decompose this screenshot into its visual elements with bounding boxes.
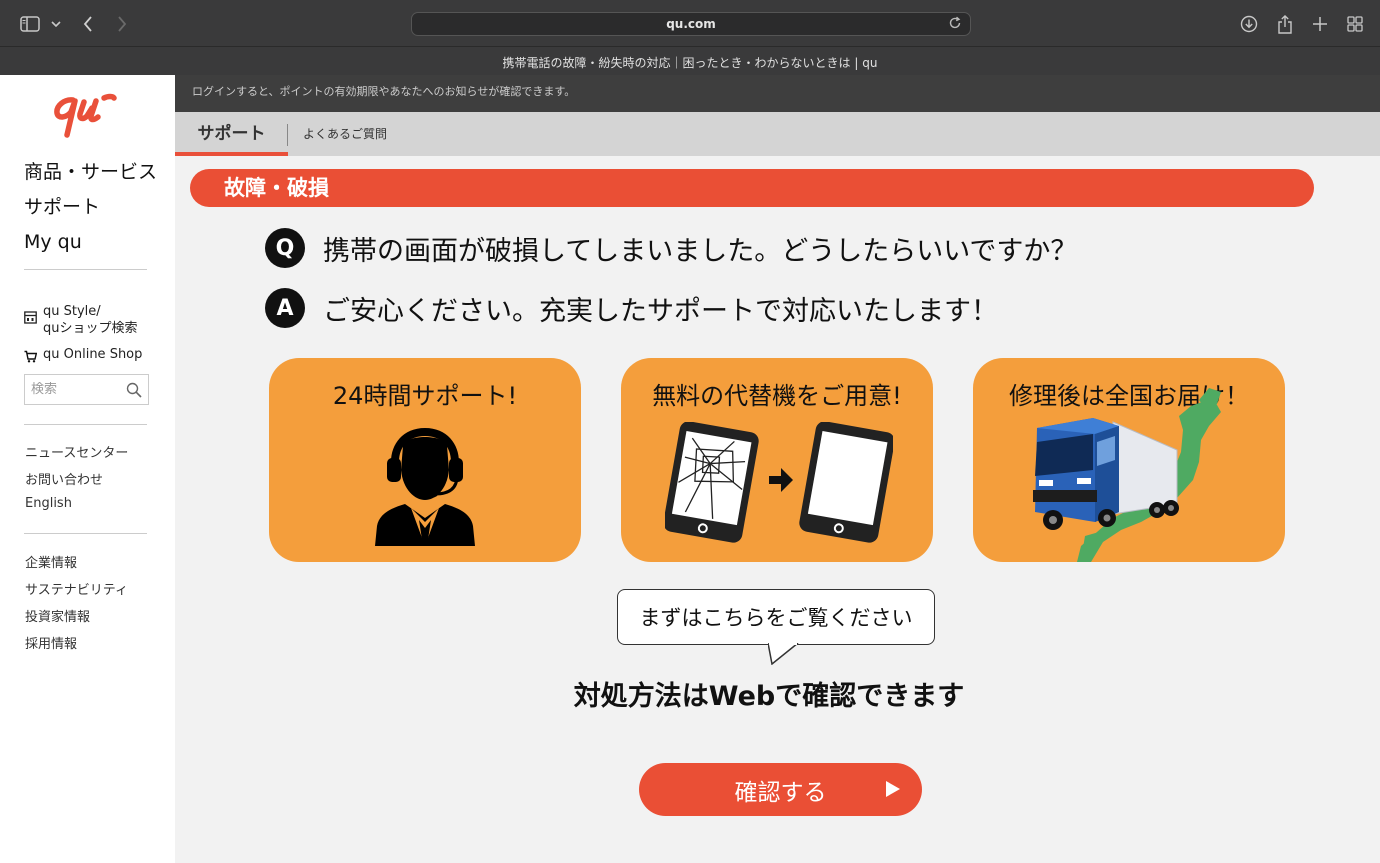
speech-bubble-tail	[768, 643, 799, 665]
forward-icon[interactable]	[112, 12, 132, 36]
sidebar-divider	[24, 533, 147, 534]
feature-card-24h-support: 24時間サポート!	[269, 358, 581, 562]
answer-row: A ご安心ください。充実したサポートで対応いたします！	[265, 288, 998, 328]
question-row: Q 携帯の画面が破損してしまいました。どうしたらいいですか？	[265, 228, 1077, 268]
english-link[interactable]: English	[25, 496, 72, 511]
cart-icon	[24, 350, 37, 363]
nav-products-services[interactable]: 商品・サービス	[24, 155, 157, 190]
store-search-link[interactable]: qu Style/ quショップ検索	[24, 303, 138, 337]
tab-support[interactable]: サポート	[175, 112, 288, 156]
store-search-line1: qu Style/	[43, 304, 101, 319]
delivery-truck-japan-icon	[1033, 388, 1221, 562]
reload-icon[interactable]	[948, 16, 962, 30]
online-shop-link[interactable]: qu Online Shop	[24, 347, 142, 363]
confirm-button[interactable]: 確認する	[639, 763, 922, 816]
news-center-link[interactable]: ニュースセンター	[25, 442, 128, 461]
share-icon[interactable]	[1274, 12, 1296, 36]
sidebar-divider	[24, 424, 147, 425]
question-badge: Q	[265, 228, 305, 268]
back-icon[interactable]	[78, 12, 98, 36]
nav-support[interactable]: サポート	[24, 190, 157, 225]
page-title: 携帯電話の故障・紛失時の対応｜困ったとき・わからないときは | qu	[502, 56, 878, 70]
feature-card-free-replacement: 無料の代替機をご用意!	[621, 358, 933, 562]
store-search-line2: quショップ検索	[43, 321, 138, 336]
web-check-heading: 対処方法はWebで確認できます	[573, 681, 965, 712]
support-tab-bar: サポート よくあるご質問	[175, 112, 1380, 156]
online-shop-label: qu Online Shop	[43, 347, 143, 362]
operator-headset-icon	[375, 428, 475, 546]
card-title: 無料の代替機をご用意!	[652, 382, 902, 410]
tab-faq[interactable]: よくあるご質問	[303, 125, 387, 142]
speech-bubble: まずはこちらをご覧ください	[617, 589, 935, 645]
recruitment-link[interactable]: 採用情報	[25, 633, 77, 652]
download-icon[interactable]	[1238, 12, 1260, 36]
main-nav: 商品・サービス サポート My qu	[24, 155, 157, 260]
answer-badge: A	[265, 288, 305, 328]
browser-chrome: qu.com 携帯電話の故障・紛失時の対応｜困ったとき・わからないときは | q…	[0, 0, 1380, 75]
sidebar-toggle-icon[interactable]	[18, 12, 42, 36]
tab-divider	[287, 124, 288, 146]
investor-info-link[interactable]: 投資家情報	[25, 606, 90, 625]
sidebar-divider	[24, 269, 147, 270]
sustainability-link[interactable]: サステナビリティ	[25, 579, 128, 598]
url-text: qu.com	[666, 17, 716, 31]
search-box	[24, 374, 149, 405]
sidebar: 商品・サービス サポート My qu qu Style/ quショップ検索 qu…	[0, 75, 175, 863]
login-notice-bar[interactable]: ログインすると、ポイントの有効期限やあなたへのお知らせが確認できます。	[175, 75, 1380, 112]
play-arrow-icon	[886, 781, 900, 797]
new-tab-icon[interactable]	[1309, 12, 1331, 36]
store-icon	[24, 311, 37, 324]
tab-overview-icon[interactable]	[1344, 12, 1366, 36]
search-input[interactable]	[31, 382, 121, 397]
feature-card-nationwide-delivery: 修理後は全国お届け！	[973, 358, 1285, 562]
answer-text: ご安心ください。充実したサポートで対応いたします！	[323, 295, 998, 327]
chevron-down-icon[interactable]	[48, 12, 64, 36]
chrome-divider	[0, 46, 1380, 47]
nav-my-qu[interactable]: My qu	[24, 225, 157, 260]
phone-replacement-icon	[665, 422, 893, 543]
qu-logo[interactable]	[52, 90, 118, 138]
search-icon[interactable]	[126, 382, 142, 398]
question-text: 携帯の画面が破損してしまいました。どうしたらいいですか？	[323, 235, 1078, 267]
contact-link[interactable]: お問い合わせ	[25, 469, 103, 488]
confirm-button-label: 確認する	[734, 779, 827, 806]
url-bar[interactable]: qu.com	[411, 12, 971, 36]
section-header: 故障・破損	[190, 169, 1314, 207]
corporate-info-link[interactable]: 企業情報	[25, 552, 77, 571]
card-title: 24時間サポート!	[332, 382, 518, 410]
